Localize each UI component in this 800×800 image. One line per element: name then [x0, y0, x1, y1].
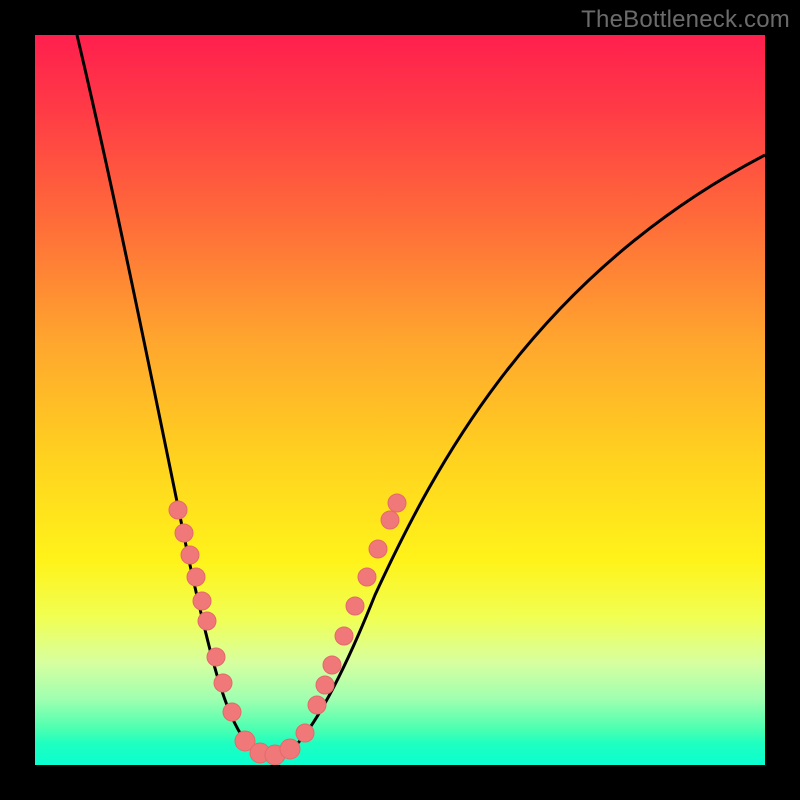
data-marker	[358, 568, 376, 586]
data-marker	[381, 511, 399, 529]
data-marker	[169, 501, 187, 519]
data-marker	[335, 627, 353, 645]
bottleneck-curve	[77, 35, 765, 755]
data-marker	[308, 696, 326, 714]
data-marker	[346, 597, 364, 615]
curve-layer	[35, 35, 765, 765]
data-marker	[280, 739, 300, 759]
data-marker	[198, 612, 216, 630]
data-marker	[181, 546, 199, 564]
marker-group	[169, 494, 406, 765]
data-marker	[214, 674, 232, 692]
data-marker	[296, 724, 314, 742]
chart-plot-area	[35, 35, 765, 765]
data-marker	[223, 703, 241, 721]
data-marker	[187, 568, 205, 586]
data-marker	[193, 592, 211, 610]
data-marker	[323, 656, 341, 674]
chart-frame: TheBottleneck.com	[0, 0, 800, 800]
data-marker	[316, 676, 334, 694]
data-marker	[369, 540, 387, 558]
data-marker	[388, 494, 406, 512]
watermark-text: TheBottleneck.com	[581, 6, 790, 34]
data-marker	[175, 524, 193, 542]
data-marker	[207, 648, 225, 666]
